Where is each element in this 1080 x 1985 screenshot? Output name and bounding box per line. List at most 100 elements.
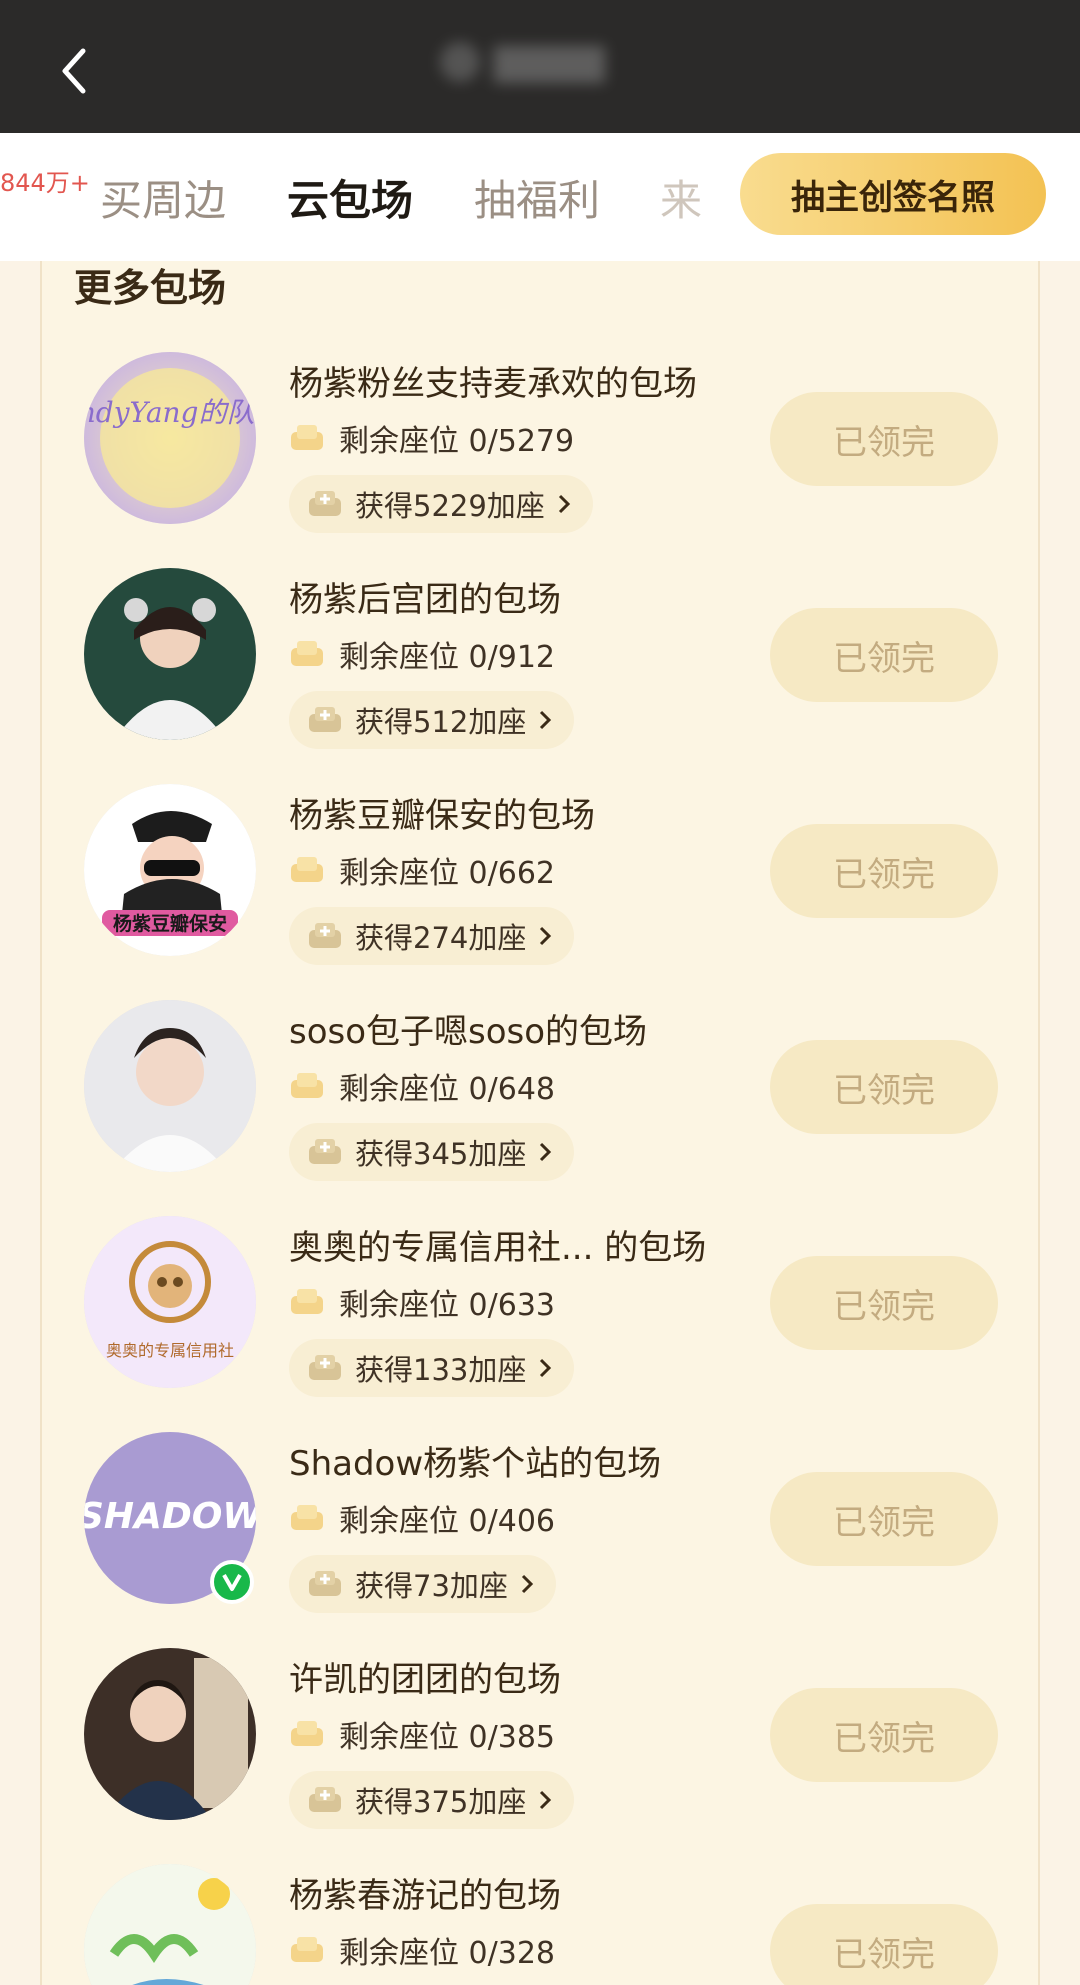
bonus-seats: 获得512加座 xyxy=(355,705,527,739)
chevron-right-icon xyxy=(540,1790,552,1810)
seat-line: 剩余座位 0/406 xyxy=(289,1498,555,1539)
chevron-right-icon xyxy=(540,710,552,730)
add-seat-icon xyxy=(309,707,341,732)
bonus-seats: 获得133加座 xyxy=(355,1353,527,1387)
seat-line: 剩余座位 0/328 xyxy=(289,1930,555,1971)
tab-more[interactable]: 来 xyxy=(660,167,702,228)
sofa-icon xyxy=(291,1505,323,1530)
bonus-seats-pill[interactable]: 获得512加座 xyxy=(289,691,575,749)
sofa-icon xyxy=(291,1073,323,1098)
add-seat-icon xyxy=(309,1139,341,1164)
avatar-label: AndyYang的队队 xyxy=(84,396,256,429)
chevron-right-icon xyxy=(540,1358,552,1378)
list-item: 杨紫后宫团的包场 剩余座位 0/912 获得512加座 已领完 xyxy=(42,568,1042,784)
row-title: 杨紫豆瓣保安的包场 xyxy=(289,796,595,836)
row-title: 许凯的团团的包场 xyxy=(289,1660,561,1700)
avatar-label: 杨紫豆瓣保安 xyxy=(113,912,227,935)
remaining-seats: 剩余座位 0/662 xyxy=(339,856,555,891)
avatar-label: 奥奥的专属信用社 xyxy=(106,1341,234,1360)
remaining-seats: 剩余座位 0/385 xyxy=(339,1720,555,1755)
bonus-seats-pill[interactable]: 获得133加座 xyxy=(289,1339,575,1397)
seat-line: 剩余座位 0/385 xyxy=(289,1714,555,1755)
row-title: 奥奥的专属信用社... 的包场 xyxy=(289,1228,707,1268)
claimed-button[interactable]: 已领完 xyxy=(770,1472,998,1566)
add-seat-icon xyxy=(309,1787,341,1812)
remaining-seats: 剩余座位 0/5279 xyxy=(339,424,575,459)
count-badge: 844万+ xyxy=(0,169,90,197)
chevron-left-icon xyxy=(62,48,86,94)
bonus-seats: 获得375加座 xyxy=(355,1785,527,1819)
tab-cloud-screening[interactable]: 云包场 xyxy=(287,167,413,228)
draw-signed-photo-button[interactable]: 抽主创签名照 xyxy=(740,153,1046,235)
bonus-seats: 获得274加座 xyxy=(355,921,527,955)
bonus-seats: 获得5229加座 xyxy=(355,489,545,523)
blurred-title: ▇▇▇▇ xyxy=(440,36,680,88)
list-item: SHADOW Shadow杨紫个站的包场 剩余座位 0/406 获得73加座 已… xyxy=(42,1432,1042,1648)
seat-line: 剩余座位 0/912 xyxy=(289,634,555,675)
sofa-icon xyxy=(291,1721,323,1746)
remaining-seats: 剩余座位 0/328 xyxy=(339,1936,555,1971)
bonus-seats: 获得345加座 xyxy=(355,1137,527,1171)
claimed-button[interactable]: 已领完 xyxy=(770,392,998,486)
back-button[interactable] xyxy=(44,36,104,106)
avatar[interactable] xyxy=(84,1648,256,1820)
sofa-icon xyxy=(291,641,323,666)
seat-line: 剩余座位 0/633 xyxy=(289,1282,555,1323)
list-item: 杨紫春游记的包场 剩余座位 0/328 已领完 xyxy=(42,1864,1042,1985)
list-item: soso包子嗯soso的包场 剩余座位 0/648 获得345加座 已领完 xyxy=(42,1000,1042,1216)
chevron-right-icon xyxy=(540,1142,552,1162)
add-seat-icon xyxy=(309,491,341,516)
bonus-seats-pill[interactable]: 获得5229加座 xyxy=(289,475,593,533)
seat-line: 剩余座位 0/648 xyxy=(289,1066,555,1107)
claimed-button[interactable]: 已领完 xyxy=(770,608,998,702)
avatar[interactable] xyxy=(84,568,256,740)
sofa-icon xyxy=(291,425,323,450)
bonus-seats-pill[interactable]: 获得73加座 xyxy=(289,1555,556,1613)
remaining-seats: 剩余座位 0/648 xyxy=(339,1072,555,1107)
sofa-icon xyxy=(291,857,323,882)
bonus-seats-pill[interactable]: 获得375加座 xyxy=(289,1771,575,1829)
claimed-button[interactable]: 已领完 xyxy=(770,1688,998,1782)
avatar[interactable] xyxy=(84,1864,256,1985)
add-seat-icon xyxy=(309,1355,341,1380)
bonus-seats: 获得73加座 xyxy=(355,1569,508,1603)
list-item: 杨紫豆瓣保安 杨紫豆瓣保安的包场 剩余座位 0/662 获得274加座 已领完 xyxy=(42,784,1042,1000)
list-item: 许凯的团团的包场 剩余座位 0/385 获得375加座 已领完 xyxy=(42,1648,1042,1864)
seat-line: 剩余座位 0/662 xyxy=(289,850,555,891)
claimed-button[interactable]: 已领完 xyxy=(770,1040,998,1134)
avatar[interactable]: 杨紫豆瓣保安 xyxy=(84,784,256,956)
remaining-seats: 剩余座位 0/633 xyxy=(339,1288,555,1323)
remaining-seats: 剩余座位 0/912 xyxy=(339,640,555,675)
top-bar: ▇▇▇▇ xyxy=(0,0,1080,133)
page: ▇▇▇▇ 844万+ 买周边 云包场 抽福利 来 抽主创签名照 更多包场 And… xyxy=(0,0,1080,1985)
avatar-label: SHADOW xyxy=(84,1496,256,1537)
row-title: 杨紫后宫团的包场 xyxy=(289,580,561,620)
claimed-button[interactable]: 已领完 xyxy=(770,1256,998,1350)
section-title: 更多包场 xyxy=(74,266,227,310)
tab-bar: 844万+ 买周边 云包场 抽福利 来 抽主创签名照 xyxy=(0,133,1080,261)
sofa-icon xyxy=(291,1289,323,1314)
bonus-seats-pill[interactable]: 获得274加座 xyxy=(289,907,575,965)
verified-badge-icon xyxy=(210,1560,254,1604)
avatar[interactable]: AndyYang的队队 xyxy=(84,352,256,524)
row-title: Shadow杨紫个站的包场 xyxy=(289,1444,662,1484)
avatar[interactable] xyxy=(84,1000,256,1172)
chevron-right-icon xyxy=(558,494,570,514)
avatar[interactable]: 奥奥的专属信用社 xyxy=(84,1216,256,1388)
list-item: AndyYang的队队 杨紫粉丝支持麦承欢的包场 剩余座位 0/5279 获得5… xyxy=(42,352,1042,568)
list-item: 奥奥的专属信用社 奥奥的专属信用社... 的包场 剩余座位 0/633 获得13… xyxy=(42,1216,1042,1432)
row-title: soso包子嗯soso的包场 xyxy=(289,1012,648,1052)
add-seat-icon xyxy=(309,1571,341,1596)
chevron-right-icon xyxy=(540,926,552,946)
claimed-button[interactable]: 已领完 xyxy=(770,1904,998,1985)
row-title: 杨紫粉丝支持麦承欢的包场 xyxy=(289,364,697,404)
tab-welfare[interactable]: 抽福利 xyxy=(474,167,600,228)
chevron-right-icon xyxy=(521,1574,534,1594)
seat-line: 剩余座位 0/5279 xyxy=(289,418,575,459)
tab-merch[interactable]: 买周边 xyxy=(100,167,226,228)
add-seat-icon xyxy=(309,923,341,948)
bonus-seats-pill[interactable]: 获得345加座 xyxy=(289,1123,575,1181)
more-screenings-panel: 更多包场 AndyYang的队队 杨紫粉丝支持麦承欢的包场 剩余座位 0/527… xyxy=(40,261,1040,1985)
claimed-button[interactable]: 已领完 xyxy=(770,824,998,918)
remaining-seats: 剩余座位 0/406 xyxy=(339,1504,555,1539)
